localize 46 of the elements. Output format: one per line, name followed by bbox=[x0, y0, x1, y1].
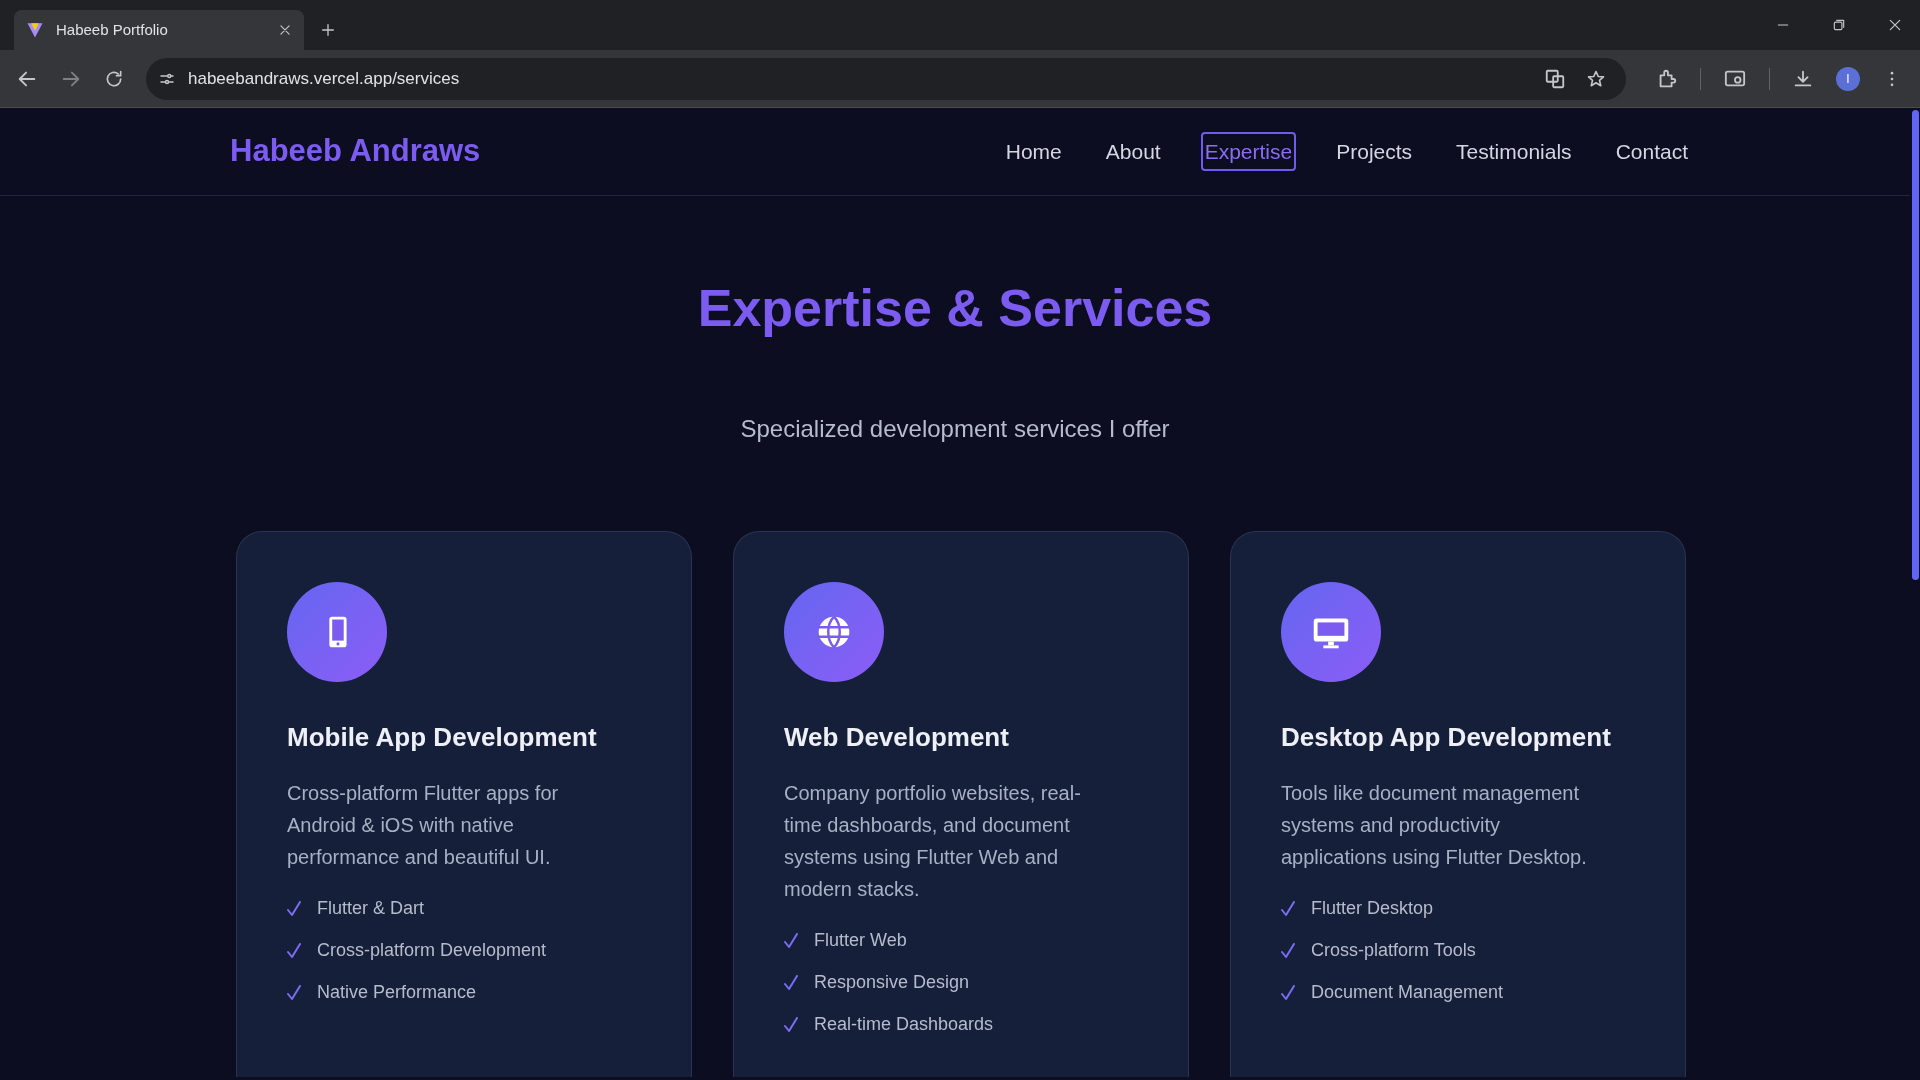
check-icon bbox=[1281, 984, 1295, 1001]
check-icon bbox=[287, 942, 301, 959]
nav-link[interactable]: Expertise bbox=[1200, 131, 1297, 172]
check-icon bbox=[784, 974, 798, 991]
nav-link[interactable]: Home bbox=[1001, 131, 1066, 172]
close-icon[interactable] bbox=[278, 23, 292, 37]
site-logo[interactable]: Habeeb Andraws bbox=[230, 128, 481, 175]
feature-item: Cross-platform Tools bbox=[1311, 939, 1476, 962]
feature-item: Flutter & Dart bbox=[317, 897, 425, 920]
logo-icon bbox=[26, 21, 44, 39]
check-icon bbox=[287, 984, 301, 1001]
card-title: Web Development bbox=[784, 721, 1010, 754]
translate-icon[interactable] bbox=[1544, 67, 1566, 90]
feature-item: Real-time Dashboards bbox=[814, 1013, 994, 1036]
nav-link[interactable]: Contact bbox=[1611, 131, 1692, 172]
card-description: Cross-platform Flutter apps for Android & iOS with native performance and beautiful UI. bbox=[287, 781, 560, 870]
close-icon[interactable] bbox=[1888, 18, 1902, 32]
card-title: Mobile App Development bbox=[287, 721, 598, 754]
star-icon[interactable] bbox=[1586, 68, 1606, 89]
check-icon bbox=[784, 1016, 798, 1033]
nav-link[interactable]: About bbox=[1101, 131, 1165, 172]
card-description: Company portfolio websites, real-time dashboards, and document systems using Flutter Web and modern stacks. bbox=[784, 781, 1082, 902]
feature-item: Cross-platform Development bbox=[317, 939, 547, 962]
nav-link[interactable]: Testimonials bbox=[1452, 131, 1576, 172]
url-text: habeebandraws.vercel.app/services bbox=[188, 67, 461, 90]
address-bar[interactable]: habeebandraws.vercel.app/services bbox=[146, 57, 1626, 100]
profile-avatar[interactable]: I bbox=[1836, 66, 1860, 91]
feature-item: Native Performance bbox=[317, 981, 477, 1004]
feature-item: Document Management bbox=[1311, 981, 1504, 1004]
feature-item: Flutter Desktop bbox=[1311, 897, 1434, 920]
reload-icon[interactable] bbox=[104, 68, 124, 89]
feature-item: Responsive Design bbox=[814, 971, 970, 994]
browser-tab[interactable]: Habeeb Portfolio bbox=[14, 10, 304, 50]
new-tab-icon[interactable] bbox=[320, 22, 336, 38]
tab-title: Habeeb Portfolio bbox=[56, 19, 169, 40]
feature-item: Flutter Web bbox=[814, 929, 907, 952]
card-description: Tools like document management systems and productivity applications using Flutter Desktop. bbox=[1281, 781, 1588, 870]
nav-link[interactable]: Projects bbox=[1332, 131, 1417, 172]
section-title: Expertise & Services bbox=[697, 278, 1213, 339]
check-icon bbox=[784, 932, 798, 949]
restore-icon[interactable] bbox=[1832, 18, 1846, 32]
check-icon bbox=[1281, 942, 1295, 959]
check-icon bbox=[287, 900, 301, 917]
card-title: Desktop App Development bbox=[1281, 721, 1612, 754]
section-subtitle: Specialized development services I offer bbox=[740, 414, 1170, 444]
check-icon bbox=[1281, 900, 1295, 917]
